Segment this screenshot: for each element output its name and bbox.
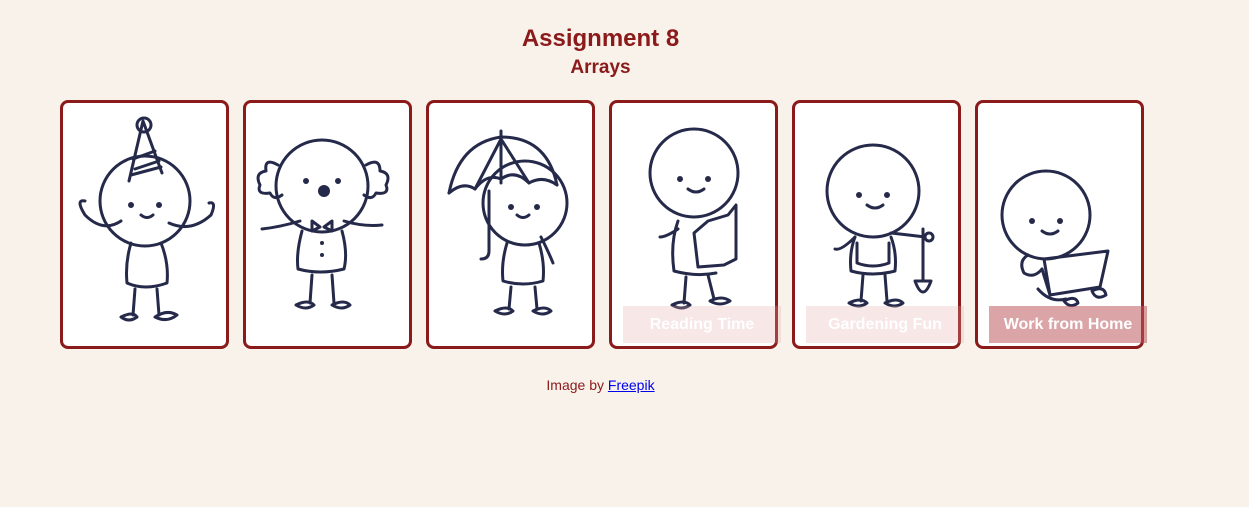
page-title: Assignment 8: [521, 25, 680, 52]
credit-prefix: Image by: [546, 377, 608, 393]
card-gardening[interactable]: Gardening Fun: [792, 100, 964, 349]
card-caption: Gardening Fun: [806, 306, 964, 343]
freepik-link[interactable]: Freepik: [608, 377, 655, 393]
card-party-hat[interactable]: [60, 100, 229, 349]
image-credit: Image by Freepik: [0, 377, 1201, 393]
card-umbrella[interactable]: [426, 100, 595, 349]
party-hat-figure-image: [78, 116, 216, 322]
card-caption: Work from Home: [989, 306, 1147, 343]
card-caption: Reading Time: [623, 306, 781, 343]
card-reading[interactable]: Reading Time: [609, 100, 781, 349]
page-subtitle: Arrays: [570, 57, 631, 78]
card-clown[interactable]: [243, 100, 412, 349]
card-laptop[interactable]: Work from Home: [975, 100, 1147, 349]
clown-figure-image: [256, 138, 390, 310]
umbrella-figure-image: [447, 129, 569, 316]
